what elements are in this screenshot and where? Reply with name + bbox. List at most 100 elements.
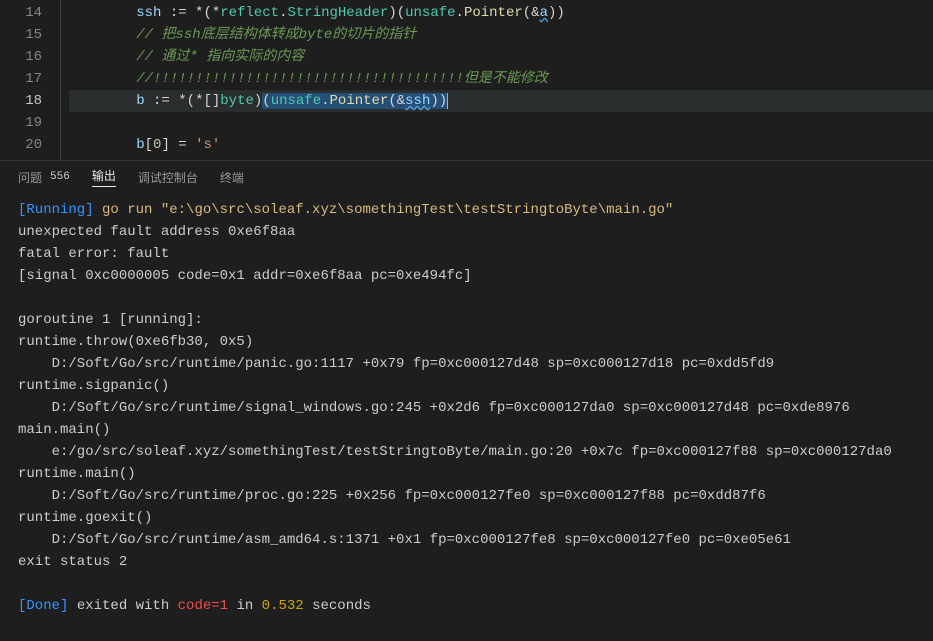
terminal-segment: 0.532 [262, 598, 304, 614]
code-token: [ [145, 137, 153, 153]
terminal-line: goroutine 1 [running]: [18, 309, 915, 331]
terminal-line: runtime.sigpanic() [18, 375, 915, 397]
code-token: ) [430, 93, 438, 109]
line-number: 20 [0, 134, 42, 156]
code-token: byte [220, 93, 254, 109]
code-token: Pointer [464, 5, 523, 21]
terminal-line: [Done] exited with code=1 in 0.532 secon… [18, 595, 915, 617]
terminal-segment: [signal 0xc0000005 code=0x1 addr=0xe6f8a… [18, 268, 472, 284]
terminal-segment: D:/Soft/Go/src/runtime/panic.go:1117 +0x… [18, 356, 774, 372]
line-number: 17 [0, 68, 42, 90]
code-token: b [136, 137, 144, 153]
tab-output[interactable]: 输出 [92, 167, 116, 187]
terminal-line: runtime.main() [18, 463, 915, 485]
terminal-line: D:/Soft/Go/src/runtime/signal_windows.go… [18, 397, 915, 419]
terminal-segment: runtime.goexit() [18, 510, 152, 526]
code-token: ( [397, 5, 405, 21]
tab-problems[interactable]: 问题 [18, 169, 42, 186]
code-token: a [540, 5, 548, 21]
terminal-segment: D:/Soft/Go/src/runtime/asm_amd64.s:1371 … [18, 532, 791, 548]
terminal-line: fatal error: fault [18, 243, 915, 265]
panel-tabstrip: 问题 556 输出 调试控制台 终端 [0, 160, 933, 191]
terminal-line: runtime.throw(0xe6fb30, 0x5) [18, 331, 915, 353]
code-token: //!!!!!!!!!!!!!!!!!!!!!!!!!!!!!!!!!!!!!但… [136, 71, 548, 87]
code-line[interactable]: // 把ssh底层结构体转成byte的切片的指针 [69, 24, 933, 46]
terminal-segment: [Running] [18, 202, 94, 218]
terminal-segment: main.main() [18, 422, 110, 438]
terminal-segment: runtime.main() [18, 466, 136, 482]
terminal-segment: [Done] [18, 598, 68, 614]
terminal-line: exit status 2 [18, 551, 915, 573]
code-token: ssh [405, 93, 430, 109]
terminal-line: D:/Soft/Go/src/runtime/proc.go:225 +0x25… [18, 485, 915, 507]
code-token: unsafe [271, 93, 321, 109]
code-token: 's' [195, 137, 220, 153]
code-token: ( [187, 93, 195, 109]
code-token: * [212, 5, 220, 21]
terminal-segment: exit status 2 [18, 554, 127, 570]
code-line[interactable]: //!!!!!!!!!!!!!!!!!!!!!!!!!!!!!!!!!!!!!但… [69, 68, 933, 90]
line-number: 14 [0, 2, 42, 24]
code-token: b [136, 93, 153, 109]
code-token: ) [439, 93, 447, 109]
terminal-line: runtime.goexit() [18, 507, 915, 529]
code-token: * [178, 93, 186, 109]
terminal-segment: runtime.throw(0xe6fb30, 0x5) [18, 334, 253, 350]
line-number: 16 [0, 46, 42, 68]
code-token: unsafe [405, 5, 455, 21]
code-token: . [321, 93, 329, 109]
terminal-segment: unexpected fault address 0xe6f8aa [18, 224, 295, 240]
code-token: ) [388, 5, 396, 21]
code-token: Pointer [330, 93, 389, 109]
terminal-line: D:/Soft/Go/src/runtime/panic.go:1117 +0x… [18, 353, 915, 375]
code-token: . [456, 5, 464, 21]
tab-debug-console[interactable]: 调试控制台 [138, 169, 198, 186]
code-token: ( [523, 5, 531, 21]
code-token: // 通过* 指向实际的内容 [136, 49, 304, 65]
code-token: ] [161, 137, 169, 153]
code-token: [] [203, 93, 220, 109]
line-number: 15 [0, 24, 42, 46]
terminal-line: D:/Soft/Go/src/runtime/asm_amd64.s:1371 … [18, 529, 915, 551]
terminal-line: e:/go/src/soleaf.xyz/somethingTest/testS… [18, 441, 915, 463]
terminal-segment: goroutine 1 [running]: [18, 312, 203, 328]
terminal-segment: runtime.sigpanic() [18, 378, 169, 394]
terminal-segment: in [228, 598, 262, 614]
tab-terminal[interactable]: 终端 [220, 169, 244, 186]
code-token: & [531, 5, 539, 21]
code-token: ( [262, 93, 270, 109]
terminal-line [18, 573, 915, 595]
terminal-segment: go run "e:\go\src\soleaf.xyz\somethingTe… [94, 202, 674, 218]
code-line[interactable]: // 通过* 指向实际的内容 [69, 46, 933, 68]
line-number-gutter: 14151617181920 [0, 0, 60, 160]
code-content[interactable]: ssh := *(*reflect.StringHeader)(unsafe.P… [60, 0, 933, 160]
terminal-line: [signal 0xc0000005 code=0x1 addr=0xe6f8a… [18, 265, 915, 287]
text-cursor [447, 93, 448, 109]
code-editor[interactable]: 14151617181920 ssh := *(*reflect.StringH… [0, 0, 933, 160]
output-panel[interactable]: [Running] go run "e:\go\src\soleaf.xyz\s… [0, 191, 933, 625]
terminal-line: [Running] go run "e:\go\src\soleaf.xyz\s… [18, 199, 915, 221]
terminal-segment: D:/Soft/Go/src/runtime/proc.go:225 +0x25… [18, 488, 766, 504]
code-token: = [170, 137, 195, 153]
terminal-segment: e:/go/src/soleaf.xyz/somethingTest/testS… [18, 444, 892, 460]
terminal-line: unexpected fault address 0xe6f8aa [18, 221, 915, 243]
code-line[interactable] [69, 112, 933, 134]
code-token: := [170, 5, 195, 21]
code-line[interactable]: b := *(*[]byte)(unsafe.Pointer(&ssh)) [69, 90, 933, 112]
code-token: ( [203, 5, 211, 21]
code-token: StringHeader [287, 5, 388, 21]
line-number: 19 [0, 112, 42, 134]
terminal-line: main.main() [18, 419, 915, 441]
code-line[interactable]: b[0] = 's' [69, 134, 933, 156]
line-number: 18 [0, 90, 42, 112]
terminal-segment: seconds [304, 598, 371, 614]
terminal-segment: D:/Soft/Go/src/runtime/signal_windows.go… [18, 400, 850, 416]
code-token: := [153, 93, 178, 109]
code-token: ssh [136, 5, 170, 21]
code-token: ) [556, 5, 564, 21]
terminal-line [18, 287, 915, 309]
code-line[interactable]: ssh := *(*reflect.StringHeader)(unsafe.P… [69, 2, 933, 24]
terminal-segment: code=1 [178, 598, 228, 614]
code-token: & [397, 93, 405, 109]
terminal-segment: fatal error: fault [18, 246, 169, 262]
